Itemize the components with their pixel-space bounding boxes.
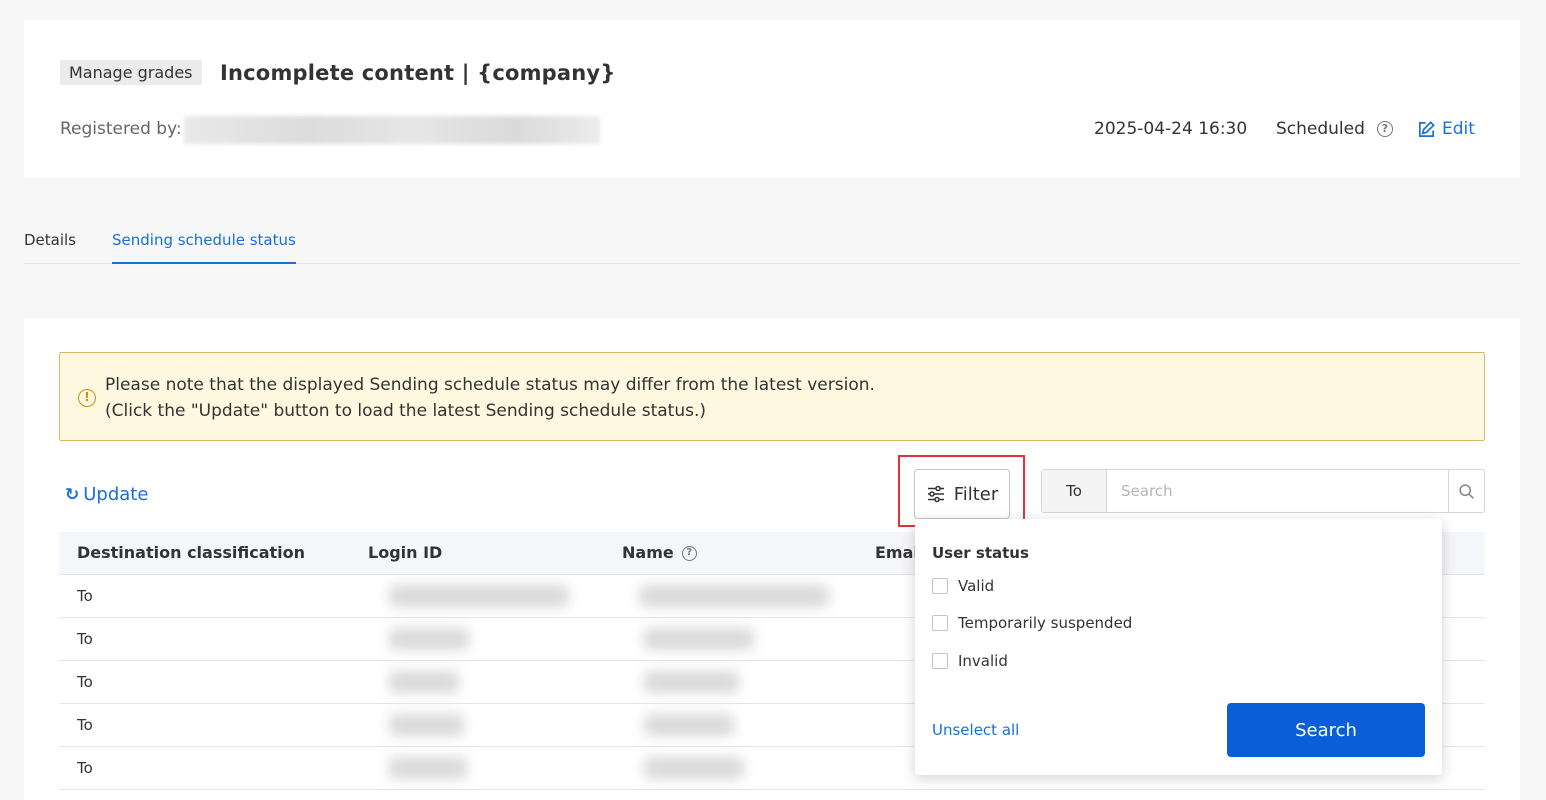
column-header-name-label: Name [622, 543, 674, 562]
search-group: To [1041, 469, 1485, 513]
filter-dropdown: User status Valid Temporarily suspended … [915, 519, 1442, 775]
checkbox[interactable] [932, 615, 948, 631]
cell-destination: To [77, 759, 93, 777]
redacted-cell [389, 585, 569, 607]
column-header-login-id[interactable]: Login ID [368, 543, 442, 563]
redacted-cell [389, 757, 467, 779]
header-card: Manage grades Incomplete content | {comp… [24, 20, 1520, 178]
column-header-email[interactable]: Emai [875, 543, 919, 563]
redacted-cell [389, 714, 464, 736]
edit-button[interactable]: Edit [1417, 117, 1475, 141]
tab-bar: Details Sending schedule status [24, 218, 1520, 264]
search-icon [1459, 483, 1474, 499]
checkbox[interactable] [932, 578, 948, 594]
help-icon[interactable]: ? [681, 545, 697, 561]
checkbox[interactable] [932, 653, 948, 669]
redacted-cell [644, 628, 754, 650]
cell-destination: To [77, 630, 93, 648]
filter-label: Filter [953, 483, 999, 505]
notice-text-line1: Please note that the displayed Sending s… [105, 375, 875, 395]
column-header-destination[interactable]: Destination classification [77, 543, 305, 563]
search-submit-button[interactable] [1448, 470, 1484, 512]
schedule-datetime: 2025-04-24 16:30 [1094, 119, 1248, 139]
redacted-cell [389, 628, 469, 650]
edit-label: Edit [1442, 119, 1475, 139]
search-scope-select[interactable]: To [1042, 470, 1107, 512]
warning-icon: ! [78, 389, 96, 407]
filter-section-title: User status [932, 544, 1029, 562]
filter-button[interactable]: Filter [914, 469, 1010, 519]
help-icon[interactable]: ? [1377, 121, 1393, 137]
filter-option-label: Invalid [958, 652, 1008, 670]
refresh-icon: ↻ [65, 485, 80, 505]
cell-destination: To [77, 587, 93, 605]
notice-text-line2: (Click the "Update" button to load the l… [105, 401, 707, 421]
edit-icon [1418, 120, 1435, 137]
redacted-cell [389, 671, 459, 693]
filter-sliders-icon [927, 485, 944, 503]
filter-option-invalid[interactable]: Invalid [932, 651, 1008, 671]
filter-option-valid[interactable]: Valid [932, 576, 994, 596]
redacted-cell [639, 585, 829, 607]
redacted-cell [644, 714, 734, 736]
search-input[interactable] [1107, 470, 1448, 512]
filter-option-label: Valid [958, 577, 995, 595]
cell-destination: To [77, 673, 93, 691]
filter-option-temporarily-suspended[interactable]: Temporarily suspended [932, 613, 1132, 633]
notice-banner: ! Please note that the displayed Sending… [59, 352, 1485, 441]
registered-by-label: Registered by: [60, 119, 182, 139]
redacted-cell [644, 757, 744, 779]
tab-details[interactable]: Details [24, 230, 76, 250]
registered-by-redacted [184, 116, 600, 144]
filter-option-label: Temporarily suspended [958, 614, 1133, 632]
filter-search-button[interactable]: Search [1227, 703, 1425, 757]
update-label: Update [83, 484, 149, 505]
schedule-status: Scheduled [1276, 119, 1365, 139]
redacted-cell [644, 671, 739, 693]
cell-destination: To [77, 716, 93, 734]
column-header-name[interactable]: Name ? [622, 543, 697, 563]
page-title: Incomplete content | {company} [220, 61, 616, 85]
tab-sending-schedule-status[interactable]: Sending schedule status [112, 230, 296, 264]
category-badge: Manage grades [60, 60, 202, 85]
unselect-all-link[interactable]: Unselect all [932, 720, 1019, 740]
update-button[interactable]: ↻ Update [65, 482, 148, 508]
